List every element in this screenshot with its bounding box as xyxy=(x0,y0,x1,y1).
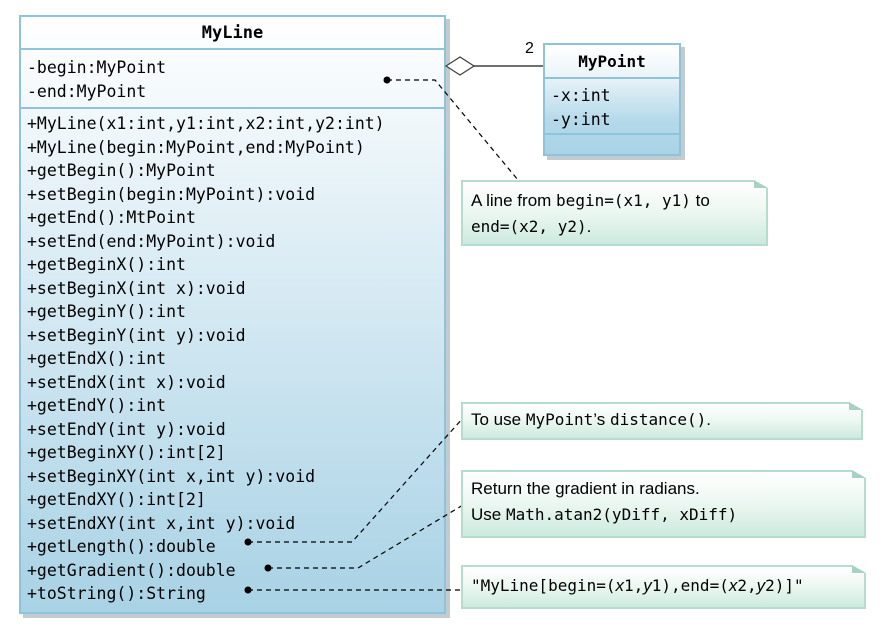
attribute: -y:int xyxy=(551,109,611,129)
note-text: . xyxy=(706,410,712,429)
note-line-description[interactable]: A line from begin=(x1, y1) to end=(x2, y… xyxy=(461,180,768,246)
operations-section: +MyLine(x1:int,y1:int,x2:int,y2:int) +My… xyxy=(21,109,444,606)
class-name: MyLine xyxy=(21,17,444,50)
note-get-gradient[interactable]: Return the gradient in radians. Use Math… xyxy=(461,470,866,538)
attribute: -begin:MyPoint xyxy=(27,58,167,77)
note-italic: y xyxy=(756,576,766,595)
operation: +setEndXY(int x,int y):void xyxy=(27,513,296,533)
operation: +getGradient():double xyxy=(27,560,236,580)
note-text: A line from xyxy=(471,191,557,210)
attributes-section: -begin:MyPoint -end:MyPoint xyxy=(21,50,444,109)
operations-section xyxy=(545,135,679,154)
operation: +MyLine(begin:MyPoint,end:MyPoint) xyxy=(27,137,365,157)
note-to-string[interactable]: "MyLine[begin=(x1,y1),end=(x2,y2)]" xyxy=(461,565,866,609)
attribute: -end:MyPoint xyxy=(27,81,147,101)
operation: +getBegin():MyPoint xyxy=(27,161,216,180)
note-code: 2, xyxy=(737,576,757,595)
multiplicity-label: 2 xyxy=(525,40,534,57)
operation: +getBeginXY():int[2] xyxy=(27,443,226,462)
note-text: Return the gradient in radians. xyxy=(471,479,700,498)
note-fold-icon xyxy=(849,402,863,410)
note-fold-icon xyxy=(852,470,866,478)
operation: +getEndY():int xyxy=(27,396,167,415)
note-italic: x xyxy=(615,576,624,595)
operation: +getEnd():MtPoint xyxy=(27,208,196,227)
operation: +getBeginY():int xyxy=(27,302,186,321)
operation: +setEnd(end:MyPoint):void xyxy=(27,231,276,251)
note-italic: y xyxy=(643,576,652,595)
note-code: Math.atan2(yDiff, xDiff) xyxy=(505,505,738,524)
class-name: MyPoint xyxy=(545,45,679,79)
operation: +getBeginX():int xyxy=(27,255,186,274)
note-code: distance() xyxy=(609,410,707,429)
operation: +getEndXY():int[2] xyxy=(27,490,206,509)
operation: +setBeginX(int x):void xyxy=(27,278,246,298)
note-fold-icon xyxy=(852,565,866,573)
class-mypoint[interactable]: MyPoint -x:int -y:int xyxy=(543,43,681,156)
note-get-length[interactable]: To use MyPoint’s distance(). xyxy=(461,402,863,440)
operation: +setEndX(int x):void xyxy=(27,372,226,392)
operation: +getEndX():int xyxy=(27,349,167,368)
note-text: . xyxy=(586,217,592,236)
operation: +getLength():double xyxy=(27,537,216,556)
note-text: to xyxy=(690,191,710,210)
note-text: Use xyxy=(471,505,506,524)
operation: +toString():String xyxy=(27,584,206,603)
operation: +setEndY(int y):void xyxy=(27,419,226,439)
operation: +setBegin(begin:MyPoint):void xyxy=(27,184,316,204)
note-code: end=(x2, y2) xyxy=(471,217,587,236)
note-code: MyPoint xyxy=(525,410,594,429)
note-fold-icon xyxy=(754,180,768,188)
operation: +setBeginY(int y):void xyxy=(27,325,246,345)
operation: +setBeginXY(int x,int y):void xyxy=(27,466,316,486)
attribute: -x:int xyxy=(551,86,611,105)
operation: +MyLine(x1:int,y1:int,x2:int,y2:int) xyxy=(27,114,385,133)
aggregation-diamond-icon xyxy=(444,56,476,76)
note-code: begin=(x1, y1) xyxy=(556,191,691,210)
attributes-section: -x:int -y:int xyxy=(545,79,679,135)
class-myline[interactable]: MyLine -begin:MyPoint -end:MyPoint +MyLi… xyxy=(19,15,446,614)
note-text: ’s xyxy=(593,410,610,429)
note-code: 1, xyxy=(624,576,644,595)
note-code: 2)]" xyxy=(765,576,804,595)
note-text: To use xyxy=(471,410,526,429)
note-code: "MyLine[begin=( xyxy=(471,576,616,595)
note-code: 1),end=( xyxy=(651,576,729,595)
